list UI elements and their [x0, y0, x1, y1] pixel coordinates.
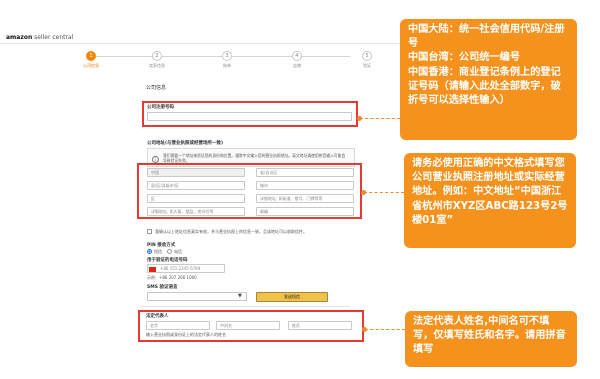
reg-number-label: 公司注册号码 — [147, 105, 174, 110]
connector-bottom-dot — [362, 327, 367, 332]
send-sms-button[interactable]: 发送短信 — [256, 292, 328, 302]
address-detail-input[interactable]: 详细地址, 如大厦、楼层、房间号等 — [147, 207, 245, 216]
callout-address-format: 请务必使用正确的中文格式填写您公司营业执照注册地址或实际经营地址。例如：中文地址… — [404, 153, 576, 248]
connector-middle — [364, 192, 404, 193]
header-divider — [0, 43, 400, 44]
callout-legal-representative: 法定代表人姓名,中间名可不填写，仅填写姓氏和名字。请用拼音填写 — [405, 311, 577, 367]
phone-input[interactable]: +86 151 2345 6789 — [147, 264, 225, 273]
pin-sms-radio[interactable] — [147, 249, 152, 254]
county-input[interactable]: 区 — [147, 194, 245, 203]
legal-rep-label: 法定代表人 — [146, 314, 169, 319]
same-address-checkbox[interactable] — [147, 229, 152, 234]
last-name-input[interactable]: 姓氏 — [288, 321, 352, 330]
step-4-dot[interactable]: 4 — [292, 51, 302, 61]
connector-top — [360, 118, 400, 119]
step-3-label: 账单 — [223, 63, 231, 68]
connector-middle-dot — [361, 190, 366, 195]
phone-example: 示例：+86 207 266 1000 — [147, 275, 197, 280]
info-icon: i — [152, 156, 159, 163]
province-input[interactable]: 省/自治区 — [256, 168, 354, 177]
city-input[interactable]: 城市 — [256, 181, 354, 190]
step-2-dot[interactable]: 2 — [152, 51, 162, 61]
logo-sub: seller central — [32, 34, 74, 41]
country-select[interactable]: 中国 — [147, 168, 245, 177]
china-flag-icon — [149, 267, 156, 272]
same-address-text: 我确认以上地址信息真实有效，并与营业执照上的信息一致，且该地址可以收取信件。 — [155, 229, 307, 234]
pin-method-label: PIN 接收方式 — [147, 243, 176, 248]
step-1-label: 公司信息 — [83, 63, 99, 68]
section-divider — [140, 306, 350, 307]
phone-label: 用于验证的电话号码 — [147, 258, 188, 263]
first-name-input[interactable]: 名字 — [146, 321, 210, 330]
chevron-down-icon: ▼ — [238, 293, 242, 299]
amazon-seller-central-logo: amazon seller central — [6, 34, 73, 41]
address-label: 公司地址(与营业执照或经营场所一致) — [147, 141, 224, 146]
connector-bottom — [365, 329, 405, 330]
middle-name-input[interactable]: 中间名 — [216, 321, 280, 330]
postal-code-input[interactable]: 邮编 — [256, 207, 354, 216]
step-5-dot[interactable]: 5 — [362, 51, 372, 61]
district-input[interactable]: 县/区/县级市/区 — [147, 181, 245, 190]
legal-rep-hint: 输入营业执照或身份证上的法定代表人的姓名 — [146, 332, 226, 337]
pin-call-label: 电话 — [174, 249, 182, 254]
step-3-dot[interactable]: 3 — [222, 51, 232, 61]
address-info-text: 我们需要一个地址来验证您的身份和位置。通常中文输入您的营业执照地址。英文地址请使… — [163, 153, 346, 163]
pin-call-radio[interactable] — [167, 249, 172, 254]
callout-registration-number: 中国大陆：统一社会信用代码/注册号 中国台湾：公司统一编号 中国香港：商业登记条… — [400, 19, 577, 140]
reg-number-input[interactable] — [147, 112, 352, 121]
step-4-label: 店铺 — [293, 63, 301, 68]
sms-language-label: SMS 验证语言 — [147, 285, 178, 290]
section-title: 公司信息 — [146, 85, 167, 91]
pin-sms-label: 短信 — [154, 249, 162, 254]
step-2-label: 卖家信息 — [149, 63, 165, 68]
street-input[interactable]: 详细地址, 如街道、楼号、门牌等等 — [256, 194, 354, 203]
sms-language-select[interactable] — [147, 292, 247, 301]
step-1-dot[interactable]: 1 — [86, 51, 96, 61]
connector-top-dot — [357, 116, 362, 121]
step-5-label: 验证 — [363, 63, 371, 68]
logo-brand: amazon — [6, 34, 33, 41]
